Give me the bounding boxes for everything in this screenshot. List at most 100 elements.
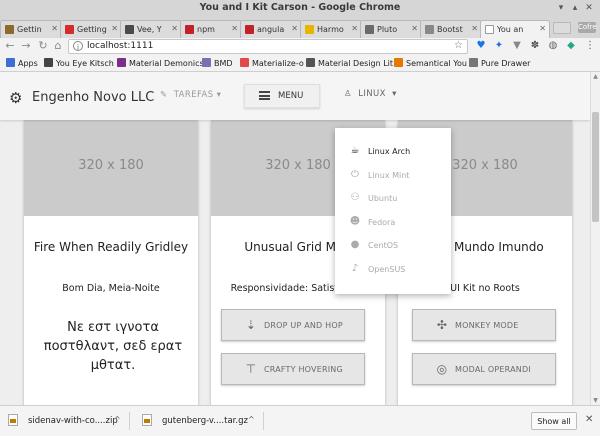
tab-label: Pluto (377, 25, 398, 34)
extension-leaf-icon[interactable]: ◆ (565, 40, 577, 52)
forward-icon[interactable]: → (20, 40, 32, 52)
bookmark-item[interactable]: Material Design Lit (306, 58, 393, 68)
extension-puzzle-icon[interactable]: ✽ (529, 40, 541, 52)
browser-tab-active[interactable]: You an ✕ (480, 20, 550, 38)
browser-toolbar: ← → ↻ ⌂ i localhost:1111 ☆ ♥ ✦ ▼ ✽ ◍ ◆ ⋮ (0, 38, 600, 55)
url-text[interactable]: localhost:1111 (87, 41, 153, 51)
info-icon[interactable]: i (73, 41, 83, 52)
close-window-icon[interactable]: ✕ (584, 3, 594, 13)
menu-label: MENU (278, 91, 304, 101)
button-label: MODAL OPERANDI (455, 365, 531, 374)
browser-tab[interactable]: Getting ✕ (60, 20, 122, 38)
coffee-icon: ☕ (350, 145, 360, 156)
brand-title[interactable]: Engenho Novo LLC (32, 90, 154, 105)
reload-icon[interactable]: ↻ (37, 40, 49, 52)
page-scrollbar[interactable]: ▲ ▼ (590, 72, 600, 405)
dropdown-item-linux-arch[interactable]: ☕ Linux Arch (335, 142, 451, 164)
close-tab-icon[interactable]: ✕ (539, 24, 546, 33)
back-icon[interactable]: ← (4, 40, 16, 52)
favicon-icon (245, 25, 254, 34)
profile-button[interactable]: Cofre (578, 22, 597, 33)
bookmark-star-icon[interactable]: ☆ (454, 40, 463, 51)
extension-bird-icon[interactable]: ✦ (493, 40, 505, 52)
close-tab-icon[interactable]: ✕ (171, 24, 178, 33)
bookmark-label: Material Design Lit (318, 59, 394, 68)
bookmark-item[interactable]: BMD (202, 58, 233, 68)
bookmark-favicon-icon (240, 58, 249, 67)
download-item[interactable]: sidenav-with-co....zip ^ (4, 412, 130, 430)
card-subtitle: Bom Dia, Meia-Noite (62, 283, 160, 294)
browser-tab[interactable]: Gettin ✕ (0, 20, 62, 38)
new-tab-button[interactable] (553, 22, 571, 34)
linux-menu[interactable]: ♙ LINUX ▾ (344, 89, 397, 99)
browser-tab[interactable]: Vee, Y ✕ (120, 20, 182, 38)
chevron-up-icon[interactable]: ^ (114, 415, 121, 424)
address-bar[interactable]: i localhost:1111 ☆ (68, 39, 468, 54)
close-tab-icon[interactable]: ✕ (51, 24, 58, 33)
crafty-hovering-button[interactable]: ⊤ CRAFTY HOVERING (221, 353, 365, 385)
bookmark-favicon-icon (202, 58, 211, 67)
close-tab-icon[interactable]: ✕ (411, 24, 418, 33)
browser-tab[interactable]: Harmo ✕ (300, 20, 362, 38)
close-tab-icon[interactable]: ✕ (231, 24, 238, 33)
close-downloads-icon[interactable]: ✕ (585, 414, 593, 425)
extension-globe-icon[interactable]: ◍ (547, 40, 559, 52)
close-tab-icon[interactable]: ✕ (471, 24, 478, 33)
dropdown-item-centos[interactable]: ● CentOS (335, 236, 451, 258)
dropdown-item-label: OpenSUS (368, 265, 406, 274)
face-icon: ☻ (349, 216, 361, 227)
browser-tab[interactable]: angula ✕ (240, 20, 302, 38)
chevron-up-icon[interactable]: ^ (248, 415, 255, 424)
menu-button[interactable]: MENU (244, 84, 320, 108)
card: 320 x 180 Fire When Readily Gridley Bom … (24, 120, 198, 405)
close-tab-icon[interactable]: ✕ (351, 24, 358, 33)
scroll-down-icon[interactable]: ▼ (591, 397, 600, 404)
show-all-button[interactable]: Show all (531, 412, 577, 430)
page-viewport: ⚙ Engenho Novo LLC ✎ TAREFAS ▾ MENU ♙ LI… (0, 72, 590, 405)
power-icon: ⏻ (351, 169, 359, 180)
browser-menu-icon[interactable]: ⋮ (584, 40, 596, 52)
scrollbar-thumb[interactable] (592, 112, 599, 222)
bookmark-item[interactable]: You Eye Kitsch (44, 58, 114, 68)
browser-tab[interactable]: Pluto ✕ (360, 20, 422, 38)
minimize-icon[interactable]: ▾ (556, 3, 566, 13)
bookmark-favicon-icon (117, 58, 126, 67)
bookmark-item[interactable]: Semantical You (394, 58, 467, 68)
tarefas-menu[interactable]: ✎ TAREFAS ▾ (160, 90, 221, 100)
browser-tab[interactable]: npm ✕ (180, 20, 242, 38)
close-tab-icon[interactable]: ✕ (111, 24, 118, 33)
mic-icon: ♪ (351, 263, 359, 274)
bookmark-label: Pure Drawer (481, 59, 531, 68)
bookmark-favicon-icon (306, 58, 315, 67)
dropdown-item-opensus[interactable]: ♪ OpenSUS (335, 260, 451, 282)
scroll-up-icon[interactable]: ▲ (591, 73, 600, 80)
archive-file-icon (142, 414, 152, 426)
dropdown-item-linux-mint[interactable]: ⏻ Linux Mint (335, 166, 451, 188)
extension-v-icon[interactable]: ♥ (475, 40, 487, 52)
tab-label: Bootst (437, 25, 463, 34)
home-icon[interactable]: ⌂ (52, 40, 64, 52)
monkey-mode-button[interactable]: ✣ MONKEY MODE (412, 309, 556, 341)
extension-filter-icon[interactable]: ▼ (511, 40, 523, 52)
modal-operandi-button[interactable]: ◎ MODAL OPERANDI (412, 353, 556, 385)
caret-down-icon: ▾ (392, 89, 397, 99)
maximize-icon[interactable]: ▴ (570, 3, 580, 13)
tab-strip: Gettin ✕ Getting ✕ Vee, Y ✕ npm ✕ angula… (0, 18, 600, 38)
dropdown-item-fedora[interactable]: ☻ Fedora (335, 213, 451, 235)
download-item[interactable]: gutenberg-v....tar.gz ^ (138, 412, 264, 430)
browser-tab[interactable]: Bootst ✕ (420, 20, 482, 38)
bookmark-item[interactable]: Materialize-o (240, 58, 304, 68)
dropdown-item-ubuntu[interactable]: ⚇ Ubuntu (335, 189, 451, 211)
drop-up-and-hop-button[interactable]: ⇣ DROP UP AND HOP (221, 309, 365, 341)
image-placeholder: 320 x 180 (24, 120, 198, 216)
bookmark-favicon-icon (469, 58, 478, 67)
bookmark-item[interactable]: Material Demonics (117, 58, 204, 68)
bookmark-apps[interactable]: Apps (6, 58, 38, 68)
bookmark-label: Semantical You (406, 59, 467, 68)
tarefas-label: TAREFAS (173, 90, 214, 100)
close-tab-icon[interactable]: ✕ (291, 24, 298, 33)
button-label: MONKEY MODE (455, 321, 519, 330)
caret-down-icon: ▾ (216, 90, 222, 100)
bookmark-favicon-icon (394, 58, 403, 67)
bookmark-item[interactable]: Pure Drawer (469, 58, 530, 68)
